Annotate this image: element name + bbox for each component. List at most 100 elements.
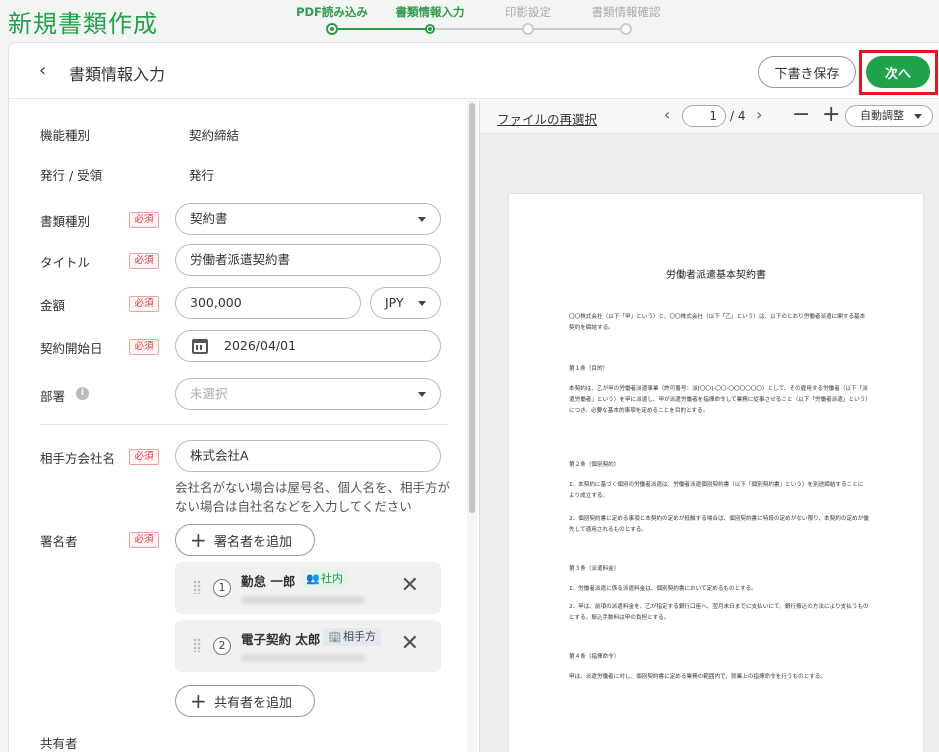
doc-paragraph: 1．労働者派遣に係る派遣料金は、個別契約書において定めるものとする。 xyxy=(569,586,757,592)
doc-paragraph: 第３条（派遣料金） xyxy=(569,566,620,572)
app-title: 新規書類作成 xyxy=(8,10,158,38)
required-badge: 必須 xyxy=(129,449,159,465)
doc-type-select[interactable]: 契約書 xyxy=(175,203,441,235)
department-select[interactable]: 未選択 xyxy=(175,378,441,410)
function-type-value: 契約締結 xyxy=(189,128,240,143)
caret-down-icon xyxy=(418,217,426,222)
doc-paragraph: 1．本契約に基づく個別の労働者派遣は、労働者派遣個別契約書（以下「個別契約書」と… xyxy=(569,482,864,499)
step-label-info: 書類情報入力 xyxy=(395,5,465,19)
counterparty-label: 相手方会社名 xyxy=(40,451,116,466)
building-icon: 🏢 xyxy=(328,630,342,643)
required-badge: 必須 xyxy=(129,296,159,312)
doc-paragraph: 第２条（個別契約） xyxy=(569,462,620,468)
step-connector xyxy=(332,28,430,30)
department-label: 部署 xyxy=(40,389,66,404)
pdf-page: 労働者派遣基本契約書 〇〇株式会社（以下「甲」という）と、〇〇株式会社（以下「乙… xyxy=(509,194,923,752)
doc-paragraph: 2．甲は、前項の派遣料金を、乙が指定する銀行口座へ、翌月末日までに支払いにて、銀… xyxy=(569,604,869,621)
step-dot-confirm xyxy=(620,23,632,35)
direction-value: 発行 xyxy=(189,168,215,183)
chevron-left-icon[interactable]: ‹ xyxy=(664,106,670,124)
required-badge: 必須 xyxy=(129,212,159,228)
external-tag: 🏢 相手方 xyxy=(323,628,381,646)
progress-stepper: PDF読み込み 書類情報入力 印影設定 書類情報確認 xyxy=(290,0,670,36)
page-title: 書類情報入力 xyxy=(69,65,166,84)
start-date-input[interactable]: 2026/04/01 xyxy=(175,330,441,362)
step-label-seal: 印影設定 xyxy=(505,5,551,19)
doc-paragraph: 第１条（目的） xyxy=(569,366,609,372)
signer-order: 2 xyxy=(213,637,231,655)
save-draft-button[interactable]: 下書き保存 xyxy=(758,56,856,88)
close-icon[interactable]: ✕ xyxy=(401,633,419,655)
plus-icon: + xyxy=(190,528,207,552)
signer-email-redacted xyxy=(241,654,365,662)
signer-order: 1 xyxy=(213,579,231,597)
function-type-label: 機能種別 xyxy=(40,128,91,143)
reselect-file-link[interactable]: ファイルの再選択 xyxy=(497,109,597,128)
plus-icon: + xyxy=(190,689,207,713)
chevron-right-icon[interactable]: › xyxy=(756,106,762,124)
add-signer-label: 署名者を追加 xyxy=(214,534,293,550)
add-signer-button[interactable]: + 署名者を追加 xyxy=(175,524,315,556)
document-info-form: 機能種別 契約締結 発行 / 受領 発行 書類種別 必須 契約書 タイトル 必須… xyxy=(9,100,467,752)
signers-label: 署名者 xyxy=(40,534,78,549)
zoom-value: 自動調整 xyxy=(860,109,904,122)
main-card: ‹ 書類情報入力 下書き保存 次へ 機能種別 契約締結 発行 / 受領 発行 書… xyxy=(8,42,939,752)
counterparty-hint: 会社名がない場合は屋号名、個人名を、相手方がない場合は自社名などを入力してくださ… xyxy=(175,480,451,514)
zoom-in-icon[interactable]: + xyxy=(822,104,840,126)
caret-down-icon xyxy=(418,392,426,397)
signer-item[interactable]: 1 勤怠 一郎 👥 社内 ✕ xyxy=(175,562,441,614)
step-dot-seal xyxy=(522,23,534,35)
amount-label: 金額 xyxy=(40,298,66,313)
info-icon[interactable]: i xyxy=(76,387,89,400)
doc-paragraph: 甲は、派遣労働者に対し、個別契約書に定める業務の範囲内で、就業上の指揮命令を行う… xyxy=(569,674,826,680)
internal-tag: 👥 社内 xyxy=(301,570,348,588)
required-badge: 必須 xyxy=(129,253,159,269)
department-placeholder: 未選択 xyxy=(190,386,228,401)
doc-paragraph: 2．個別契約書に定める事項と本契約の定めが抵触する場合は、個別契約書に特段の定め… xyxy=(569,516,869,533)
zoom-select[interactable]: 自動調整 xyxy=(845,105,933,127)
signer-name: 勤怠 一郎 xyxy=(241,574,296,589)
step-dot-pdf xyxy=(326,23,338,35)
scrollbar-thumb[interactable] xyxy=(469,103,475,513)
caret-down-icon xyxy=(418,301,426,306)
step-label-pdf: PDF読み込み xyxy=(296,5,368,19)
title-input[interactable]: 労働者派遣契約書 xyxy=(175,244,441,276)
doc-paragraph: 第４条（指揮命令） xyxy=(569,654,620,660)
chevron-left-icon[interactable]: ‹ xyxy=(39,60,57,81)
signer-name: 電子契約 太郎 xyxy=(241,632,321,647)
doc-title: 労働者派遣基本契約書 xyxy=(666,270,766,281)
signer-item[interactable]: 2 電子契約 太郎 🏢 相手方 ✕ xyxy=(175,620,441,672)
sharers-label: 共有者 xyxy=(40,736,78,751)
doc-type-label: 書類種別 xyxy=(40,214,91,229)
page-number-input[interactable]: 1 xyxy=(682,105,726,127)
doc-paragraph: 〇〇株式会社（以下「甲」という）と、〇〇株式会社（以下「乙」という）は、以下のと… xyxy=(569,314,866,331)
page-total: / 4 xyxy=(730,109,746,123)
step-label-confirm: 書類情報確認 xyxy=(591,5,661,19)
direction-label: 発行 / 受領 xyxy=(40,168,103,183)
currency-select[interactable]: JPY xyxy=(370,287,441,319)
add-sharer-label: 共有者を追加 xyxy=(214,695,293,711)
required-badge: 必須 xyxy=(129,339,159,355)
drag-handle-icon[interactable] xyxy=(193,580,201,594)
users-icon: 👥 xyxy=(306,572,320,585)
divider xyxy=(40,424,448,425)
counterparty-input[interactable]: 株式会社A xyxy=(175,440,441,472)
drag-handle-icon[interactable] xyxy=(193,638,201,652)
start-date-label: 契約開始日 xyxy=(40,341,103,356)
close-icon[interactable]: ✕ xyxy=(401,575,419,597)
add-sharer-button[interactable]: + 共有者を追加 xyxy=(175,685,315,717)
pdf-preview: ファイルの再選択 ‹ 1 / 4 › − + 自動調整 労働者派遣基本契約書 〇… xyxy=(479,100,939,752)
next-button[interactable]: 次へ xyxy=(866,56,930,88)
signer-email-redacted xyxy=(241,596,365,604)
currency-value: JPY xyxy=(385,295,404,310)
step-dot-info xyxy=(425,24,435,34)
amount-input[interactable]: 300,000 xyxy=(175,287,361,319)
required-badge: 必須 xyxy=(129,532,159,548)
start-date-value: 2026/04/01 xyxy=(224,338,297,353)
title-label: タイトル xyxy=(40,255,91,270)
caret-down-icon xyxy=(914,114,922,119)
zoom-out-icon[interactable]: − xyxy=(792,104,810,126)
calendar-icon xyxy=(192,339,208,354)
form-scrollbar[interactable] xyxy=(467,100,477,752)
card-header: ‹ 書類情報入力 下書き保存 次へ xyxy=(9,43,939,99)
